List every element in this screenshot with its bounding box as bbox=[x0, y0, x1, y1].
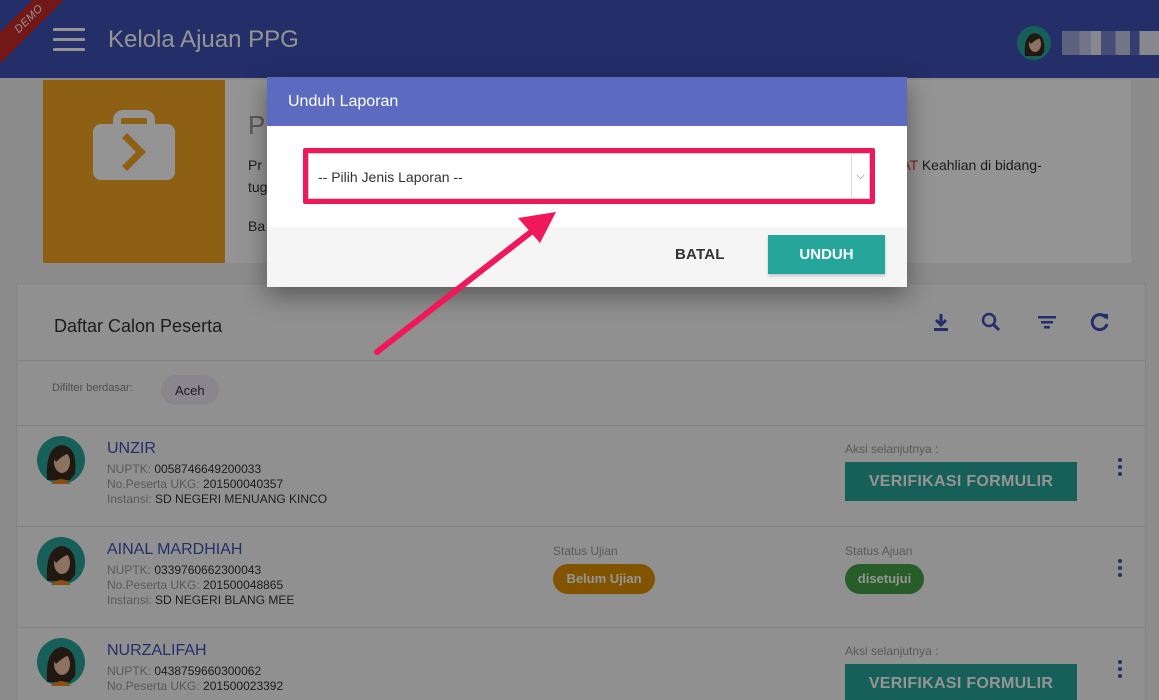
select-highlight-frame: -- Pilih Jenis Laporan -- ⌵ bbox=[303, 148, 875, 204]
download-button[interactable]: UNDUH bbox=[768, 235, 885, 274]
chevron-down-icon[interactable]: ⌵ bbox=[851, 154, 869, 198]
dialog-footer: BATAL UNDUH bbox=[267, 227, 907, 287]
dialog-body: -- Pilih Jenis Laporan -- ⌵ bbox=[267, 126, 907, 227]
download-report-dialog: Unduh Laporan -- Pilih Jenis Laporan -- … bbox=[267, 77, 907, 287]
report-type-select[interactable]: -- Pilih Jenis Laporan -- ⌵ bbox=[308, 153, 870, 199]
dialog-title: Unduh Laporan bbox=[267, 77, 907, 126]
select-value: -- Pilih Jenis Laporan -- bbox=[318, 169, 463, 185]
cancel-button[interactable]: BATAL bbox=[675, 246, 725, 263]
